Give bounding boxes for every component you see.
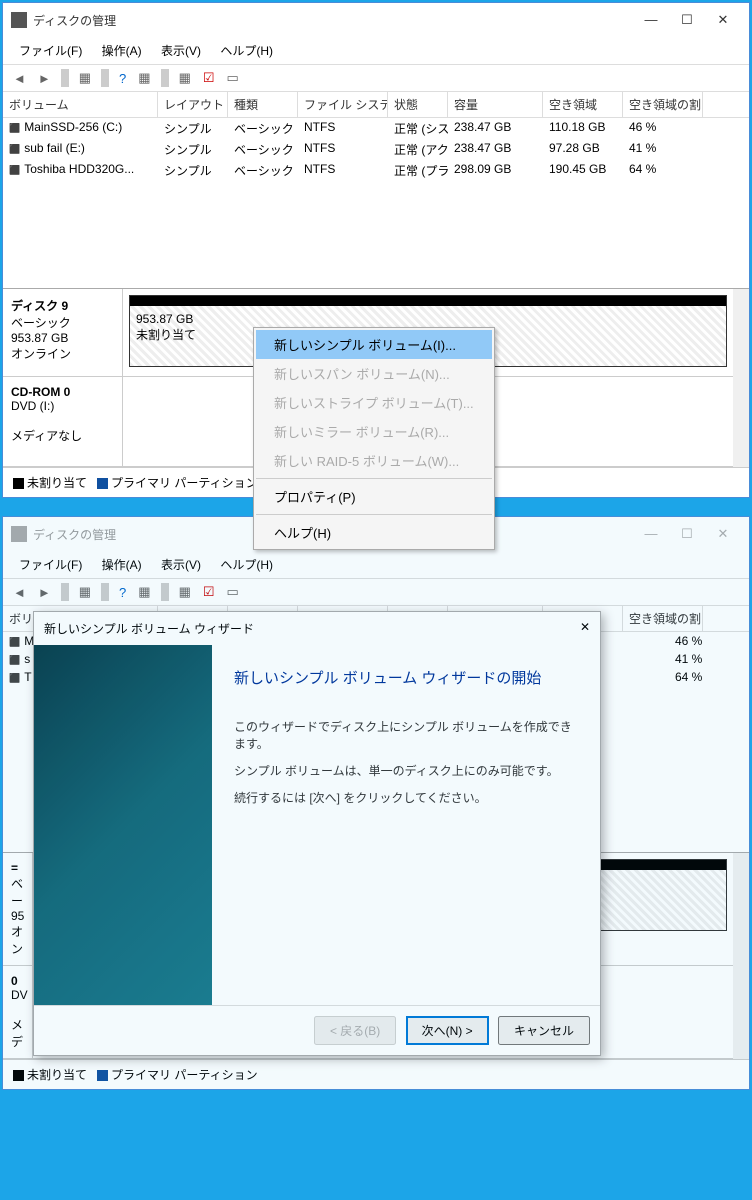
app-icon (11, 526, 27, 542)
col-volume[interactable]: ボリューム (3, 92, 158, 117)
wizard-titlebar[interactable]: 新しいシンプル ボリューム ウィザード ✕ (34, 612, 600, 645)
close-button[interactable]: ✕ (705, 9, 741, 31)
legend: 未割り当て プライマリ パーティション (3, 1059, 749, 1089)
maximize-button[interactable]: ☐ (669, 9, 705, 31)
menubar: ファイル(F) 操作(A) 表示(V) ヘルプ(H) (3, 37, 749, 65)
disk-area[interactable]: 953.87 GB 未割り当て 新しいシンプル ボリューム(I)... 新しいス… (123, 289, 733, 376)
minimize-button[interactable]: — (633, 523, 669, 545)
disk-label-panel: = ベー 95 オン (3, 853, 33, 965)
wizard-title: 新しいシンプル ボリューム ウィザード (44, 620, 254, 637)
disk-management-window-1: ディスクの管理 — ☐ ✕ ファイル(F) 操作(A) 表示(V) ヘルプ(H)… (2, 2, 750, 498)
ctx-properties[interactable]: プロパティ(P) (256, 482, 492, 511)
ctx-new-span-volume: 新しいスパン ボリューム(N)... (256, 359, 492, 388)
forward-icon[interactable]: ► (34, 69, 55, 88)
scrollbar[interactable] (733, 289, 749, 467)
list-icon[interactable]: ▭ (223, 582, 243, 602)
context-menu: 新しいシンプル ボリューム(I)... 新しいスパン ボリューム(N)... 新… (253, 327, 495, 550)
column-headers[interactable]: ボリューム レイアウト 種類 ファイル システム 状態 容量 空き領域 空き領域… (3, 92, 749, 118)
list-item[interactable]: Toshiba HDD320G...シンプルベーシックNTFS正常 (プラ...… (3, 160, 749, 181)
tool-icon[interactable]: ▦ (134, 582, 154, 602)
ctx-new-stripe-volume: 新しいストライプ ボリューム(T)... (256, 388, 492, 417)
toolbar: ◄ ► ▦ ? ▦ ▦ ☑ ▭ (3, 65, 749, 92)
checkbox-icon[interactable]: ☑ (199, 582, 219, 602)
disk-label-panel: ディスク 9 ベーシック 953.87 GB オンライン (3, 289, 123, 376)
menu-file[interactable]: ファイル(F) (11, 39, 90, 62)
list-item[interactable]: sub fail (E:)シンプルベーシックNTFS正常 (アク...238.4… (3, 139, 749, 160)
col-free[interactable]: 空き領域 (543, 92, 623, 117)
volume-list[interactable]: MainSSD-256 (C:)シンプルベーシックNTFS正常 (シス...23… (3, 118, 749, 288)
tool-icon-2[interactable]: ▦ (175, 68, 195, 88)
col-capacity[interactable]: 容量 (448, 92, 543, 117)
menu-action[interactable]: 操作(A) (94, 39, 150, 62)
scrollbar[interactable] (733, 853, 749, 1059)
disk-row[interactable]: ディスク 9 ベーシック 953.87 GB オンライン 953.87 GB 未… (3, 289, 733, 377)
menu-file[interactable]: ファイル(F) (11, 553, 90, 576)
ctx-new-simple-volume[interactable]: 新しいシンプル ボリューム(I)... (256, 330, 492, 359)
back-icon[interactable]: ◄ (9, 583, 30, 602)
menubar: ファイル(F) 操作(A) 表示(V) ヘルプ(H) (3, 551, 749, 579)
new-simple-volume-wizard: 新しいシンプル ボリューム ウィザード ✕ 新しいシンプル ボリューム ウィザー… (33, 611, 601, 1056)
tool-icon[interactable]: ▦ (134, 68, 154, 88)
col-type[interactable]: 種類 (228, 92, 298, 117)
list-item[interactable]: MainSSD-256 (C:)シンプルベーシックNTFS正常 (シス...23… (3, 118, 749, 139)
refresh-icon[interactable]: ▦ (75, 68, 95, 88)
back-icon[interactable]: ◄ (9, 69, 30, 88)
checkbox-icon[interactable]: ☑ (199, 68, 219, 88)
ctx-new-mirror-volume: 新しいミラー ボリューム(R)... (256, 417, 492, 446)
list-icon[interactable]: ▭ (223, 68, 243, 88)
refresh-icon[interactable]: ▦ (75, 582, 95, 602)
wizard-heading: 新しいシンプル ボリューム ウィザードの開始 (234, 667, 578, 688)
menu-view[interactable]: 表示(V) (153, 553, 209, 576)
cdrom-label-panel: CD-ROM 0 DVD (I:) メディアなし (3, 377, 123, 466)
window-title: ディスクの管理 (33, 12, 627, 29)
wizard-sidebar-image (34, 645, 212, 1005)
col-fs[interactable]: ファイル システム (298, 92, 388, 117)
close-button[interactable]: ✕ (705, 523, 741, 545)
help-icon[interactable]: ? (115, 583, 130, 602)
app-icon (11, 12, 27, 28)
col-status[interactable]: 状態 (388, 92, 448, 117)
forward-icon[interactable]: ► (34, 583, 55, 602)
titlebar[interactable]: ディスクの管理 — ☐ ✕ (3, 3, 749, 37)
cancel-button[interactable]: キャンセル (498, 1016, 590, 1045)
menu-action[interactable]: 操作(A) (94, 553, 150, 576)
wizard-buttons: < 戻る(B) 次へ(N) > キャンセル (34, 1005, 600, 1055)
wizard-content: 新しいシンプル ボリューム ウィザードの開始 このウィザードでディスク上にシンプ… (212, 645, 600, 1005)
ctx-help[interactable]: ヘルプ(H) (256, 518, 492, 547)
maximize-button[interactable]: ☐ (669, 523, 705, 545)
toolbar: ◄ ► ▦ ? ▦ ▦ ☑ ▭ (3, 579, 749, 606)
col-layout[interactable]: レイアウト (158, 92, 228, 117)
col-pct[interactable]: 空き領域の割... (623, 92, 703, 117)
ctx-new-raid5-volume: 新しい RAID-5 ボリューム(W)... (256, 446, 492, 475)
disk-name: ディスク 9 (11, 299, 68, 313)
menu-help[interactable]: ヘルプ(H) (212, 39, 281, 62)
back-button: < 戻る(B) (314, 1016, 396, 1045)
menu-help[interactable]: ヘルプ(H) (212, 553, 281, 576)
help-icon[interactable]: ? (115, 69, 130, 88)
tool-icon-2[interactable]: ▦ (175, 582, 195, 602)
close-icon[interactable]: ✕ (580, 620, 590, 637)
disk-management-window-2: ディスクの管理 — ☐ ✕ ファイル(F) 操作(A) 表示(V) ヘルプ(H)… (2, 516, 750, 1090)
next-button[interactable]: 次へ(N) > (406, 1016, 489, 1045)
minimize-button[interactable]: — (633, 9, 669, 31)
menu-view[interactable]: 表示(V) (153, 39, 209, 62)
